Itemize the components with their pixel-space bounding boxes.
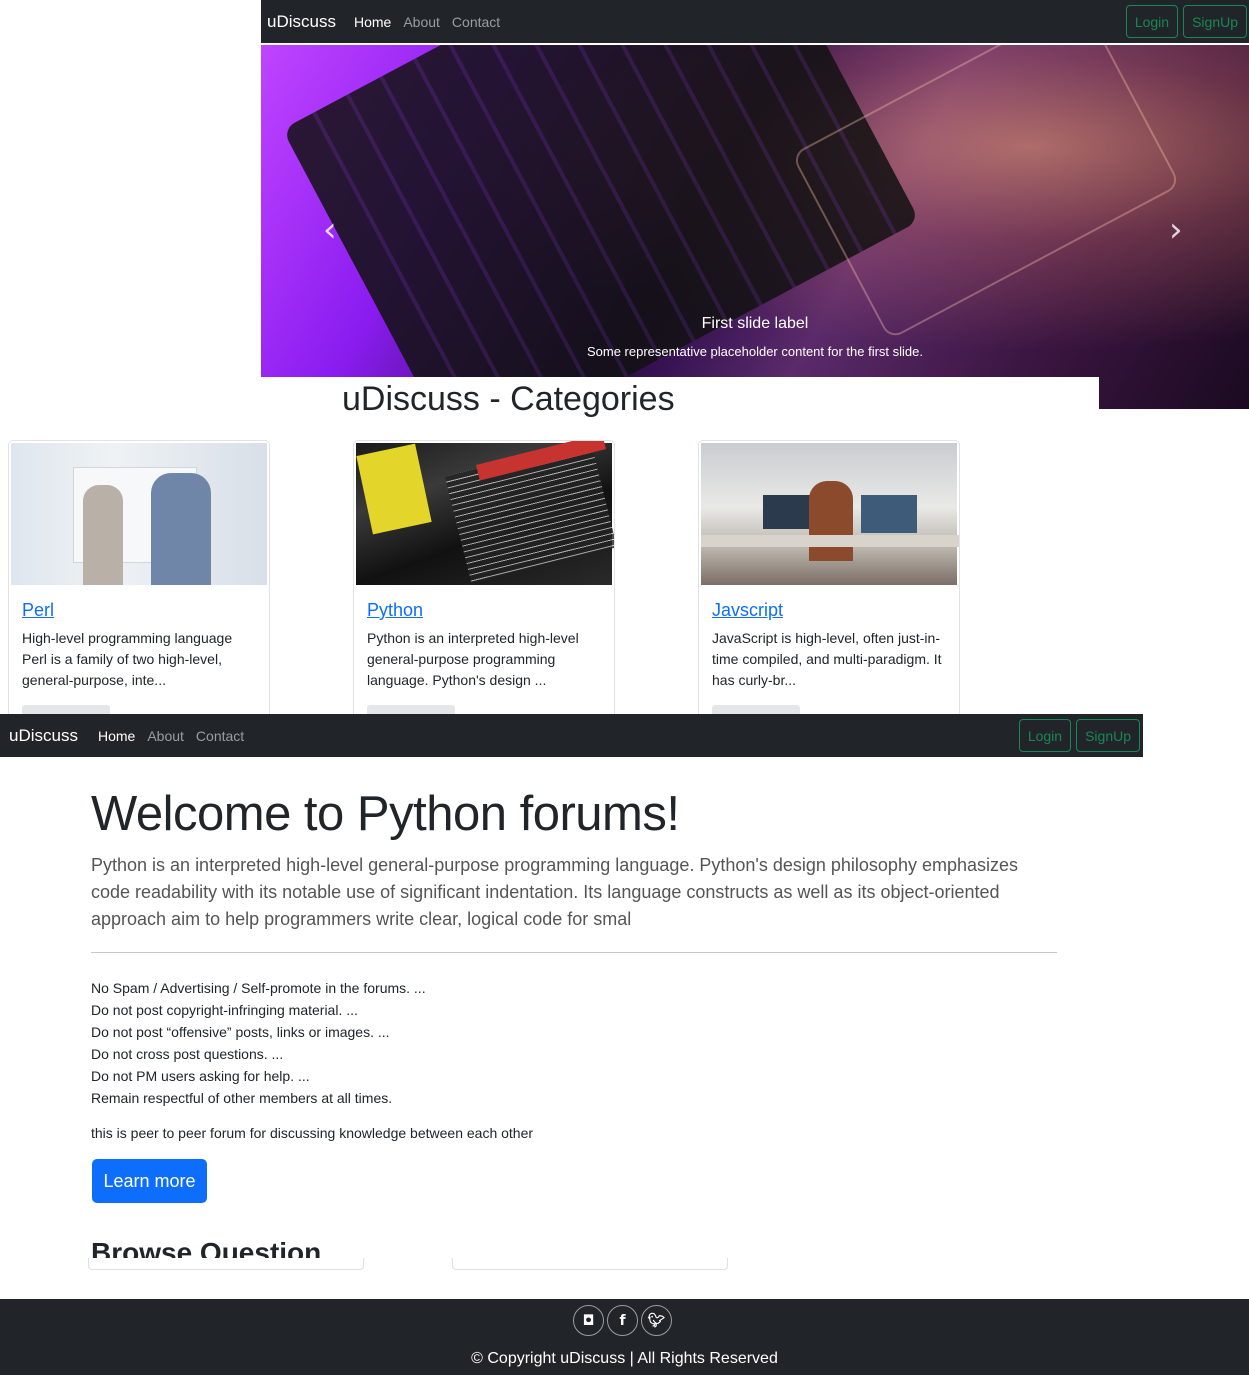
- facebook-icon[interactable]: f: [607, 1305, 638, 1336]
- category-card-python: Python Python is an interpreted high-lev…: [353, 440, 615, 720]
- rule-item: Do not post “offensive” posts, links or …: [91, 1024, 390, 1040]
- card-image-javascript: [701, 443, 959, 585]
- question-card: [452, 1258, 728, 1270]
- card-text-perl: High-level programming language Perl is …: [22, 630, 233, 688]
- carousel-next-icon[interactable]: ›: [1169, 210, 1183, 250]
- card-title-python[interactable]: Python: [367, 600, 423, 621]
- footer: ◘ f 🐦︎ © Copyright uDiscuss | All Rights…: [0, 1299, 1249, 1375]
- signup-button[interactable]: SignUp: [1076, 719, 1140, 752]
- forum-heading: Welcome to Python forums!: [91, 787, 680, 841]
- card-title-javascript[interactable]: Javscript: [712, 600, 783, 621]
- login-button[interactable]: Login: [1125, 5, 1179, 38]
- carousel-prev-icon[interactable]: ‹: [323, 210, 337, 250]
- signup-button[interactable]: SignUp: [1183, 5, 1247, 38]
- categories-title: uDiscuss - Categories: [342, 380, 675, 418]
- nav-link-about[interactable]: About: [403, 14, 440, 30]
- rule-item: No Spam / Advertising / Self-promote in …: [91, 980, 426, 996]
- question-card: [88, 1258, 364, 1270]
- nav-link-home[interactable]: Home: [354, 14, 391, 30]
- login-button[interactable]: Login: [1018, 719, 1072, 752]
- instagram-icon[interactable]: ◘: [573, 1305, 604, 1336]
- learn-more-button[interactable]: Learn more: [92, 1159, 207, 1203]
- card-image-perl: [11, 443, 267, 585]
- nav-link-home[interactable]: Home: [98, 728, 135, 744]
- divider: [91, 952, 1057, 953]
- carousel-caption-title: First slide label: [701, 315, 809, 332]
- rule-item: Remain respectful of other members at al…: [91, 1090, 393, 1106]
- navbar-brand[interactable]: uDiscuss: [267, 12, 336, 32]
- forum-rules-list: No Spam / Advertising / Self-promote in …: [91, 977, 426, 1109]
- browse-question-heading: Browse Question: [91, 1237, 322, 1258]
- forum-navbar: uDiscuss Home About Contact Login SignUp: [0, 714, 1143, 757]
- nav-link-contact[interactable]: Contact: [452, 14, 500, 30]
- nav-link-about[interactable]: About: [147, 728, 184, 744]
- forum-lead-text: Python is an interpreted high-level gene…: [91, 855, 1018, 929]
- rule-item: Do not PM users asking for help. ...: [91, 1068, 310, 1084]
- carousel-caption-text: Some representative placeholder content …: [586, 344, 923, 359]
- social-icons: ◘ f 🐦︎: [573, 1305, 672, 1336]
- forum-note: this is peer to peer forum for discussin…: [91, 1125, 534, 1141]
- copyright-text: © Copyright uDiscuss | All Rights Reserv…: [471, 1350, 778, 1367]
- top-navbar: uDiscuss Home About Contact Login SignUp: [261, 0, 1249, 43]
- card-image-python: [356, 441, 614, 585]
- nav-link-contact[interactable]: Contact: [196, 728, 244, 744]
- card-text-python: Python is an interpreted high-level gene…: [367, 630, 579, 688]
- rule-item: Do not post copyright-infringing materia…: [91, 1002, 358, 1018]
- card-title-perl[interactable]: Perl: [22, 600, 54, 621]
- card-text-javascript: JavaScript is high-level, often just-in-…: [712, 630, 942, 688]
- twitter-icon[interactable]: 🐦︎: [641, 1305, 672, 1336]
- navbar-brand[interactable]: uDiscuss: [9, 726, 78, 746]
- hero-carousel: ‹ › First slide label Some representativ…: [261, 45, 1249, 409]
- category-card-javascript: Javscript JavaScript is high-level, ofte…: [698, 440, 960, 720]
- category-card-perl: Perl High-level programming language Per…: [8, 440, 270, 720]
- rule-item: Do not cross post questions. ...: [91, 1046, 284, 1062]
